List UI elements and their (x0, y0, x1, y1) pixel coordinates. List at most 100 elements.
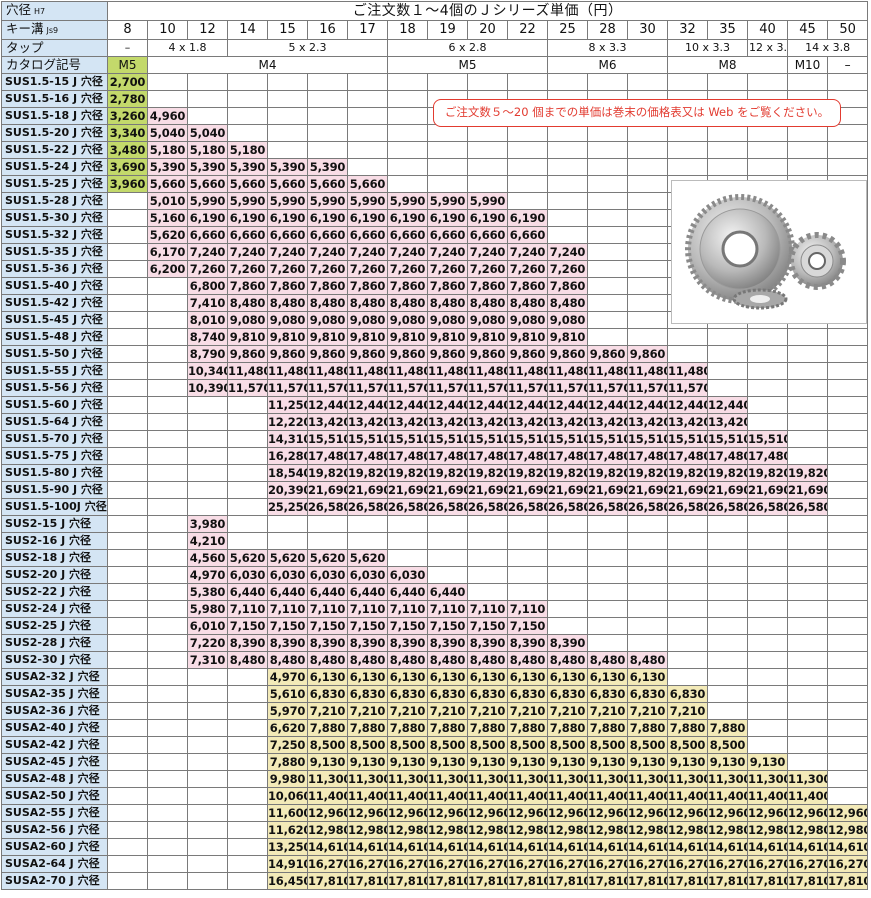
empty-cell (347, 124, 388, 142)
empty-cell (147, 345, 188, 363)
catalog-code: SUS1.5-50 J 穴径 (1, 345, 108, 363)
price-cell: 11,400 (627, 787, 668, 805)
price-cell: 7,240 (307, 243, 348, 261)
price-cell: 26,580 (587, 498, 628, 516)
price-cell: 13,420 (627, 413, 668, 431)
price-cell: 7,110 (227, 600, 268, 618)
empty-cell (667, 566, 708, 584)
empty-cell (387, 107, 428, 125)
price-cell: 11,570 (667, 379, 708, 397)
empty-cell (307, 90, 348, 108)
price-cell: 7,260 (307, 260, 348, 278)
price-cell: 13,420 (667, 413, 708, 431)
empty-cell (547, 73, 588, 91)
price-cell: 11,400 (787, 787, 828, 805)
empty-cell (587, 141, 628, 159)
empty-cell (747, 651, 788, 669)
price-cell: 14,610 (587, 838, 628, 856)
empty-cell (747, 532, 788, 550)
price-cell: 8,480 (427, 294, 468, 312)
empty-cell (107, 260, 148, 278)
price-cell: 7,150 (507, 617, 548, 635)
empty-cell (747, 158, 788, 176)
empty-cell (347, 532, 388, 550)
empty-cell (787, 141, 828, 159)
price-cell: 12,980 (627, 821, 668, 839)
price-cell: 14,910 (267, 855, 308, 873)
empty-cell (787, 379, 828, 397)
empty-cell (826, 464, 869, 482)
price-cell: 21,690 (587, 481, 628, 499)
empty-cell (467, 583, 508, 601)
empty-cell (107, 787, 148, 805)
table-row: SUS2-15 J 穴径 3,980 (1, 515, 869, 533)
table-row: SUSA2-50 J 穴径 10,060 11,400 11,400 11,400 11,… (1, 787, 869, 805)
empty-cell (826, 447, 869, 465)
empty-cell (826, 753, 869, 771)
price-cell: 21,690 (387, 481, 428, 499)
bore-size-cell: 32 (667, 20, 708, 40)
price-cell: 5,990 (187, 192, 228, 210)
empty-cell (187, 753, 228, 771)
price-cell: 12,980 (467, 821, 508, 839)
price-cell: 6,660 (307, 226, 348, 244)
empty-cell (467, 515, 508, 533)
price-cell: 3,980 (187, 515, 228, 533)
empty-cell (587, 583, 628, 601)
empty-cell (747, 345, 788, 363)
price-cell: 6,190 (307, 209, 348, 227)
price-cell: 17,480 (427, 447, 468, 465)
empty-cell (147, 685, 188, 703)
price-cell: 7,240 (507, 243, 548, 261)
empty-cell (187, 855, 228, 873)
price-cell: 7,880 (627, 719, 668, 737)
price-cell: 15,510 (547, 430, 588, 448)
empty-cell (587, 515, 628, 533)
table-row: SUSA2-55 J 穴径 11,600 12,960 12,960 12,960 12,… (1, 804, 869, 822)
price-cell: 12,980 (507, 821, 548, 839)
price-cell: 10,060 (267, 787, 308, 805)
price-cell: 6,830 (667, 685, 708, 703)
price-cell: 9,080 (387, 311, 428, 329)
empty-cell (187, 430, 228, 448)
empty-cell (467, 175, 508, 193)
empty-cell (667, 345, 708, 363)
empty-cell (147, 668, 188, 686)
table-row: SUS1.5-48 J 穴径 8,740 9,810 9,810 9,810 9,810 9… (1, 328, 869, 346)
bore-size-cell: 12 (187, 20, 228, 40)
empty-cell (787, 617, 828, 635)
price-cell: 6,660 (507, 226, 548, 244)
empty-cell (187, 685, 228, 703)
empty-cell (826, 719, 869, 737)
price-cell: 11,620 (267, 821, 308, 839)
empty-cell (667, 651, 708, 669)
catalog-code: SUSA2-50 J 穴径 (1, 787, 108, 805)
empty-cell (467, 549, 508, 567)
table-row: SUS2-18 J 穴径 4,560 5,620 5,620 5,620 5,620 (1, 549, 869, 567)
price-cell: 17,480 (507, 447, 548, 465)
table-row: SUSA2-70 J 穴径 16,450 17,810 17,810 17,810 17,… (1, 872, 869, 890)
price-cell: 9,860 (387, 345, 428, 363)
empty-cell (627, 141, 668, 159)
empty-cell (387, 141, 428, 159)
empty-cell (707, 158, 748, 176)
bore-size-cell: 28 (587, 20, 628, 40)
price-cell: 5,160 (147, 209, 188, 227)
bore-size-cell: 16 (307, 20, 348, 40)
price-cell: 11,400 (387, 787, 428, 805)
empty-cell (507, 192, 548, 210)
price-cell: 16,270 (587, 855, 628, 873)
price-cell: 12,960 (467, 804, 508, 822)
empty-cell (507, 124, 548, 142)
bore-size-cell: 8 (107, 20, 148, 40)
price-cell: 12,960 (387, 804, 428, 822)
price-cell: 12,980 (307, 821, 348, 839)
empty-cell (147, 294, 188, 312)
price-cell: 6,130 (347, 668, 388, 686)
tap-row: カタログ記号 M5 M4 M5 M6 M8 M10– (1, 56, 869, 74)
empty-cell (427, 175, 468, 193)
price-cell: 3,690 (107, 158, 148, 176)
table-row: SUS1.5-70 J 穴径 14,310 15,510 15,510 15,510 15… (1, 430, 869, 448)
price-cell: 9,810 (347, 328, 388, 346)
empty-cell (507, 73, 548, 91)
